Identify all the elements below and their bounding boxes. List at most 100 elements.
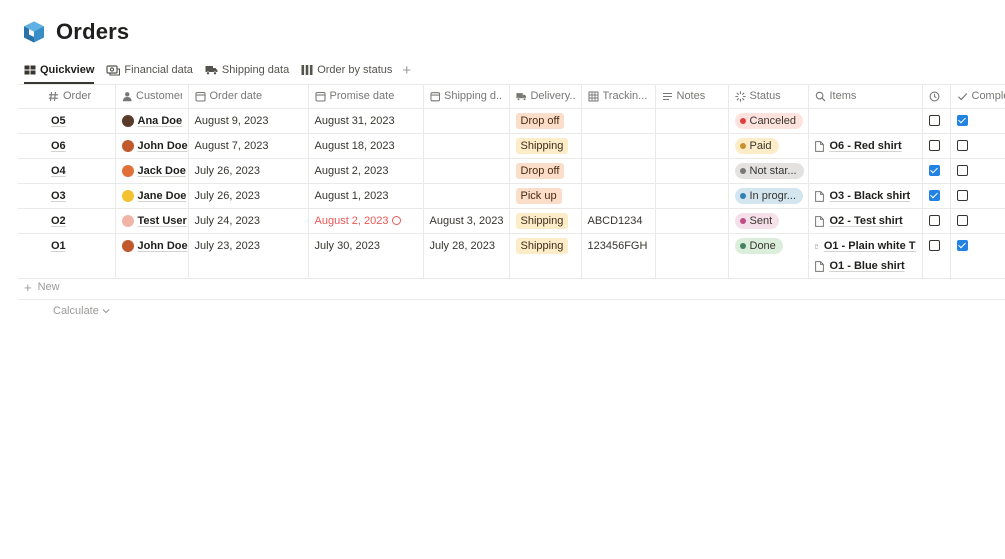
cell-order-date[interactable]: July 24, 2023 — [188, 208, 309, 234]
complete-checkbox[interactable] — [956, 189, 968, 201]
table-row[interactable]: O5 Ana Doe August 9, 2023 August 31, 2023 Dr… — [18, 108, 1005, 134]
cell-items[interactable]: O2 - Test shirt — [808, 208, 923, 234]
cell-items[interactable]: O3 - Black shirt — [808, 183, 923, 209]
cell-order-date[interactable]: July 26, 2023 — [188, 158, 309, 184]
cell-notes[interactable] — [655, 108, 729, 134]
cell-promise-date[interactable]: August 2, 2023 — [308, 208, 424, 234]
cell-complete[interactable] — [950, 158, 1005, 184]
cell-delivery[interactable]: Drop off — [509, 108, 582, 134]
item-link[interactable]: O1 - Blue shirt — [814, 254, 916, 278]
cell-order-date[interactable]: July 26, 2023 — [188, 183, 309, 209]
calculate-button[interactable]: Calculate — [53, 305, 110, 317]
tab-shipping-data[interactable]: Shipping data — [205, 64, 289, 76]
column-header-shipping-date[interactable]: Shipping d... — [423, 84, 510, 109]
cell-complete[interactable] — [950, 133, 1005, 159]
cell-complete[interactable] — [950, 233, 1005, 279]
column-header-promise-date[interactable]: Promise date — [308, 84, 424, 109]
cell-notes[interactable] — [655, 233, 729, 279]
cell-shipping-date[interactable]: July 28, 2023 — [423, 233, 510, 279]
cell-tracking[interactable] — [581, 133, 656, 159]
column-header-tracking[interactable]: Trackin... — [581, 84, 656, 109]
cell-tracking[interactable]: 123456FGH — [581, 233, 656, 279]
timer-checkbox[interactable] — [928, 189, 940, 201]
cell-status[interactable]: Sent — [728, 208, 809, 234]
cell-promise-date[interactable]: July 30, 2023 — [308, 233, 424, 279]
order-id[interactable]: O1 — [51, 240, 66, 252]
cell-order[interactable]: O4 — [18, 158, 116, 184]
cell-promise-date[interactable]: August 18, 2023 — [308, 133, 424, 159]
order-id[interactable]: O4 — [51, 165, 66, 177]
customer-link[interactable]: Jane Doe — [121, 184, 186, 208]
timer-checkbox[interactable] — [928, 139, 940, 151]
item-link[interactable]: O3 - Black shirt — [814, 184, 916, 208]
cell-shipping-date[interactable] — [423, 108, 510, 134]
cell-items[interactable]: O1 - Plain white T O1 - Blue shirt — [808, 233, 923, 279]
cell-shipping-date[interactable]: August 3, 2023 — [423, 208, 510, 234]
item-link[interactable]: O2 - Test shirt — [814, 209, 916, 233]
customer-link[interactable]: John Doe — [121, 134, 187, 158]
column-header-order-date[interactable]: Order date — [188, 84, 309, 109]
timer-checkbox[interactable] — [928, 239, 940, 251]
complete-checkbox[interactable] — [956, 239, 968, 251]
cell-shipping-date[interactable] — [423, 183, 510, 209]
new-row-button[interactable]: + New — [24, 281, 60, 294]
timer-checkbox[interactable] — [928, 114, 940, 126]
cell-order-date[interactable]: July 23, 2023 — [188, 233, 309, 279]
column-header-complete[interactable]: Comple — [950, 84, 1005, 109]
complete-checkbox[interactable] — [956, 164, 968, 176]
customer-link[interactable]: Jack Doe — [121, 159, 186, 183]
order-id[interactable]: O6 — [51, 140, 66, 152]
cell-status[interactable]: Done — [728, 233, 809, 279]
complete-checkbox[interactable] — [956, 214, 968, 226]
cell-items[interactable]: O6 - Red shirt — [808, 133, 923, 159]
cell-order[interactable]: O2 — [18, 208, 116, 234]
tab-financial-data[interactable]: Financial data — [106, 64, 193, 76]
column-header-customer[interactable]: Customer — [115, 84, 189, 109]
cell-status[interactable]: In progr... — [728, 183, 809, 209]
column-header-delivery[interactable]: Delivery... — [509, 84, 582, 109]
order-id[interactable]: O5 — [51, 115, 66, 127]
cell-shipping-date[interactable] — [423, 133, 510, 159]
cell-notes[interactable] — [655, 183, 729, 209]
table-row[interactable]: O6 John Doe August 7, 2023 August 18, 2023 S… — [18, 133, 1005, 159]
cell-customer[interactable]: Jane Doe — [115, 183, 189, 209]
cube-icon[interactable] — [22, 20, 46, 44]
cell-promise-date[interactable]: August 31, 2023 — [308, 108, 424, 134]
cell-complete[interactable] — [950, 208, 1005, 234]
column-header-status[interactable]: Status — [728, 84, 809, 109]
cell-delivery[interactable]: Shipping — [509, 208, 582, 234]
table-row[interactable]: O3 Jane Doe July 26, 2023 August 1, 2023 Pic… — [18, 183, 1005, 209]
cell-status[interactable]: Not star... — [728, 158, 809, 184]
cell-timer[interactable] — [922, 183, 951, 209]
timer-checkbox[interactable] — [928, 214, 940, 226]
cell-complete[interactable] — [950, 183, 1005, 209]
customer-link[interactable]: Ana Doe — [121, 109, 182, 133]
tab-quickview[interactable]: Quickview — [24, 64, 94, 76]
cell-customer[interactable]: John Doe — [115, 133, 189, 159]
item-link[interactable]: O6 - Red shirt — [814, 134, 916, 158]
cell-tracking[interactable] — [581, 183, 656, 209]
cell-order[interactable]: O6 — [18, 133, 116, 159]
cell-notes[interactable] — [655, 158, 729, 184]
cell-items[interactable] — [808, 158, 923, 184]
customer-link[interactable]: Test User — [121, 209, 187, 233]
table-row[interactable]: O2 Test User July 24, 2023 August 2, 2023 Au… — [18, 208, 1005, 234]
cell-tracking[interactable] — [581, 158, 656, 184]
tab-order-by-status[interactable]: Order by status — [301, 64, 392, 76]
table-row[interactable]: O1 John Doe July 23, 2023 July 30, 2023 July… — [18, 233, 1005, 279]
complete-checkbox[interactable] — [956, 114, 968, 126]
cell-order-date[interactable]: August 9, 2023 — [188, 108, 309, 134]
column-header-order[interactable]: Order — [18, 84, 116, 109]
order-id[interactable]: O2 — [51, 215, 66, 227]
cell-order[interactable]: O1 — [18, 233, 116, 279]
cell-order[interactable]: O3 — [18, 183, 116, 209]
column-header-items[interactable]: Items — [808, 84, 923, 109]
add-view-button[interactable]: + — [402, 63, 411, 78]
cell-timer[interactable] — [922, 108, 951, 134]
cell-notes[interactable] — [655, 208, 729, 234]
cell-timer[interactable] — [922, 158, 951, 184]
table-row[interactable]: O4 Jack Doe July 26, 2023 August 2, 2023 Dro… — [18, 158, 1005, 184]
cell-tracking[interactable] — [581, 108, 656, 134]
cell-shipping-date[interactable] — [423, 158, 510, 184]
cell-status[interactable]: Canceled — [728, 108, 809, 134]
